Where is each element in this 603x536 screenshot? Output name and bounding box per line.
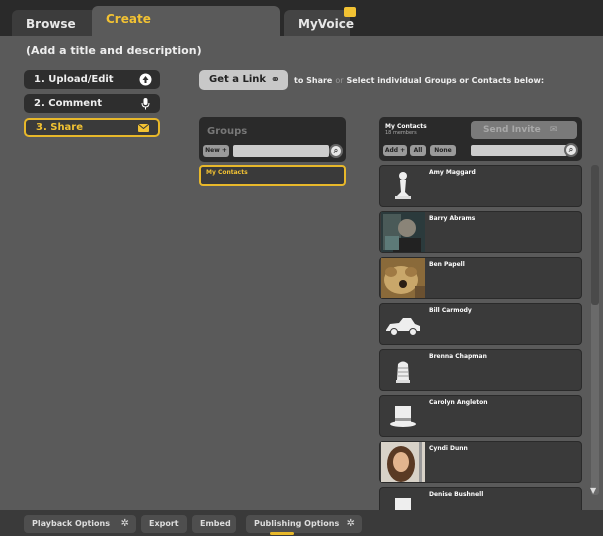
playback-options-label: Playback Options <box>32 519 110 528</box>
select-none-button[interactable]: None <box>430 145 456 156</box>
contact-name: Barry Abrams <box>429 215 476 222</box>
bottom-toolbar: Playback Options ✲ Export Embed Publishi… <box>0 510 603 536</box>
contact-search-input[interactable] <box>471 145 567 156</box>
step-comment[interactable]: 2. Comment <box>24 94 160 113</box>
get-link-button[interactable]: Get a Link ⚭ <box>199 70 288 90</box>
contact-name: Amy Maggard <box>429 169 476 176</box>
contact-name: Denise Bushnell <box>429 491 484 498</box>
publishing-options-label: Publishing Options <box>254 519 340 528</box>
share-instructions: to Share or Select individual Groups or Co… <box>294 76 544 85</box>
top-hat-icon <box>381 396 425 436</box>
upload-icon <box>139 73 152 86</box>
contact-list: Amy Maggard Barry Abrams Ben Papell Bill… <box>379 165 583 510</box>
contact-item[interactable]: Amy Maggard <box>379 165 582 207</box>
group-search-input[interactable] <box>233 145 329 157</box>
playback-options-button[interactable]: Playback Options ✲ <box>24 515 136 533</box>
active-indicator <box>270 532 294 535</box>
contact-item[interactable]: Cyndi Dunn <box>379 441 582 483</box>
contact-photo <box>381 212 425 252</box>
contact-name: Cyndi Dunn <box>429 445 468 452</box>
step-label: 3. Share <box>36 122 84 133</box>
publishing-options-button[interactable]: Publishing Options ✲ <box>246 515 362 533</box>
contact-name: Carolyn Angleton <box>429 399 488 406</box>
send-invite-button[interactable]: Send Invite ✉ <box>471 121 577 139</box>
tab-browse[interactable]: Browse <box>12 10 98 36</box>
title-description-prompt[interactable]: (Add a title and description) <box>26 44 202 57</box>
contact-item[interactable]: Barry Abrams <box>379 211 582 253</box>
add-contact-button[interactable]: Add + <box>383 145 407 156</box>
search-icon[interactable]: ⌕ <box>564 143 578 157</box>
gear-icon: ✲ <box>120 518 129 529</box>
groups-title: Groups <box>207 126 248 137</box>
groups-panel: Groups New + ⌕ <box>199 117 346 162</box>
contacts-member-count: 18 members <box>385 130 417 136</box>
embed-button[interactable]: Embed <box>192 515 236 533</box>
contact-item[interactable]: Denise Bushnell <box>379 487 582 510</box>
contact-list-scrollbar[interactable] <box>591 165 599 495</box>
envelope-icon: ✉ <box>549 125 558 135</box>
contacts-panel-header: My Contacts 18 members Send Invite ✉ Add… <box>379 117 582 161</box>
contacts-title: My Contacts <box>385 123 427 130</box>
or-text: or <box>335 76 344 85</box>
new-group-button[interactable]: New + <box>203 145 229 157</box>
contact-name: Brenna Chapman <box>429 353 487 360</box>
car-icon <box>381 304 425 344</box>
thimble-icon <box>381 350 425 390</box>
contact-name: Ben Papell <box>429 261 465 268</box>
envelope-icon <box>137 121 150 134</box>
scroll-down-icon[interactable]: ▼ <box>590 486 596 495</box>
tab-myvoice[interactable]: MyVoice <box>284 10 354 36</box>
notification-icon <box>344 7 356 17</box>
contact-item[interactable]: Brenna Chapman <box>379 349 582 391</box>
contact-photo <box>381 258 425 298</box>
tab-bar: Browse Create MyVoice <box>0 0 603 36</box>
contact-item[interactable]: Ben Papell <box>379 257 582 299</box>
scrollbar-thumb[interactable] <box>591 165 599 305</box>
group-item-my-contacts[interactable]: My Contacts <box>199 165 346 186</box>
step-share[interactable]: 3. Share <box>24 118 160 137</box>
select-all-button[interactable]: All <box>410 145 426 156</box>
step-label: 2. Comment <box>34 98 102 109</box>
tab-create[interactable]: Create <box>92 6 280 36</box>
to-share-text: to Share <box>294 76 333 85</box>
gear-icon: ✲ <box>346 518 355 529</box>
select-instructions-text: Select individual Groups or Contacts bel… <box>346 76 545 85</box>
step-label: 1. Upload/Edit <box>34 74 114 85</box>
contact-item[interactable]: Bill Carmody <box>379 303 582 345</box>
export-button[interactable]: Export <box>141 515 187 533</box>
link-icon: ⚭ <box>270 73 280 86</box>
contact-photo <box>381 442 425 482</box>
contact-name: Bill Carmody <box>429 307 472 314</box>
top-hat-icon <box>381 488 425 510</box>
send-invite-label: Send Invite <box>483 125 541 135</box>
contact-item[interactable]: Carolyn Angleton <box>379 395 582 437</box>
microphone-icon <box>139 97 152 110</box>
chess-pawn-icon <box>381 166 425 206</box>
get-link-label: Get a Link <box>209 74 267 85</box>
search-icon[interactable]: ⌕ <box>329 144 343 158</box>
step-upload-edit[interactable]: 1. Upload/Edit <box>24 70 160 89</box>
